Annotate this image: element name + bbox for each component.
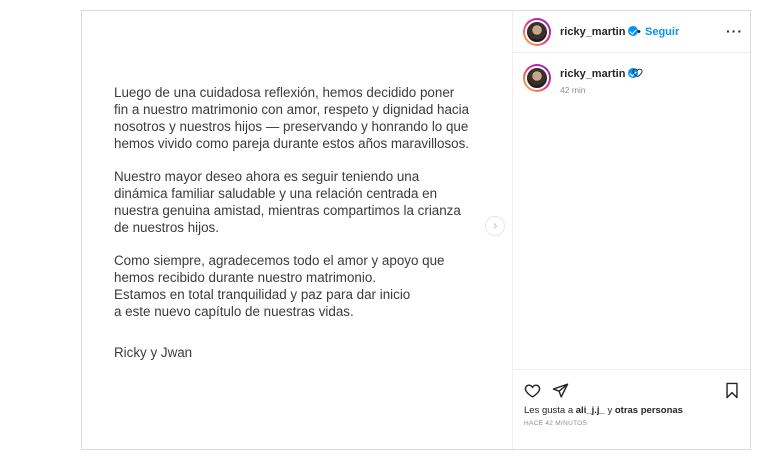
post-timestamp: HACE 42 MINUTOS: [524, 420, 588, 427]
post-container: Luego de una cuidadosa reflexión, hemos …: [81, 10, 751, 450]
paper-plane-icon[interactable]: [552, 382, 569, 399]
post-sidebar: ricky_martin • Seguir ··· ricky_martin 4…: [512, 11, 750, 449]
letter-paragraph: Nuestro mayor deseo ahora es seguir teni…: [114, 169, 461, 235]
caption-avatar[interactable]: [523, 64, 551, 92]
author-username-link[interactable]: ricky_martin: [560, 26, 639, 38]
caption-username-link[interactable]: ricky_martin: [560, 68, 639, 80]
letter-paragraph: Luego de una cuidadosa reflexión, hemos …: [114, 85, 470, 151]
post-header: ricky_martin • Seguir ···: [513, 11, 750, 53]
chevron-right-icon: [493, 223, 498, 229]
caption-heart-icon[interactable]: [632, 67, 643, 78]
other-likers-link[interactable]: otras personas: [615, 405, 683, 416]
letter-signature: Ricky y Jwan: [114, 345, 193, 360]
follow-button[interactable]: Seguir: [645, 26, 679, 38]
liker-username-link[interactable]: ali_j.j_: [576, 405, 605, 416]
statement-letter: Luego de una cuidadosa reflexión, hemos …: [114, 84, 486, 377]
post-actions: Les gusta a ali_j.j_ y otras personas HA…: [513, 369, 750, 459]
letter-paragraph: Como siempre, agradecemos todo el amor y…: [114, 253, 445, 319]
caption-timestamp: 42 min: [560, 85, 586, 95]
heart-icon[interactable]: [524, 382, 541, 399]
post-media: Luego de una cuidadosa reflexión, hemos …: [82, 11, 512, 449]
more-options-button[interactable]: ···: [726, 23, 743, 39]
separator-dot: •: [637, 26, 641, 38]
avatar[interactable]: [523, 18, 551, 46]
likes-summary: Les gusta a ali_j.j_ y otras personas: [524, 405, 683, 416]
next-slide-button[interactable]: [485, 216, 505, 236]
bookmark-icon[interactable]: [724, 382, 740, 399]
